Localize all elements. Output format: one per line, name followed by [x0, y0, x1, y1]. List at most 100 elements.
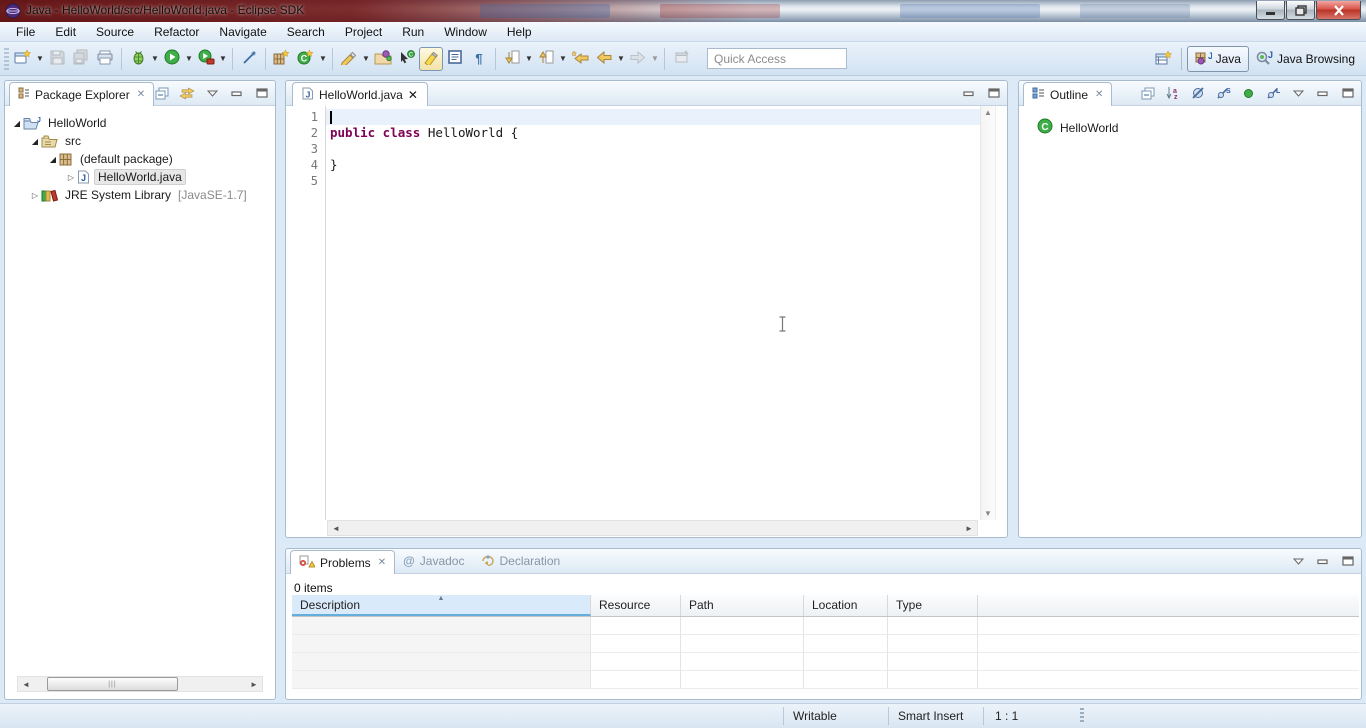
hide-non-public-members-button[interactable] [1239, 84, 1257, 102]
print-button[interactable] [93, 47, 117, 71]
package-explorer-hscrollbar[interactable]: ◄ ||| ► [17, 676, 263, 692]
code-line-4[interactable]: } [326, 157, 980, 173]
close-view-icon[interactable]: ✕ [378, 557, 386, 568]
view-menu-icon[interactable] [1289, 84, 1307, 102]
close-view-icon[interactable]: ✕ [1095, 89, 1103, 100]
debug-button[interactable] [126, 47, 150, 71]
scroll-track[interactable]: ||| [34, 677, 246, 691]
column-description[interactable]: ▲Description [292, 595, 591, 616]
toggle-breadcrumb-button[interactable]: C [395, 47, 419, 71]
window-title-bar[interactable]: Java - HelloWorld/src/HelloWorld.java - … [0, 0, 1366, 22]
expand-arrow-icon[interactable]: ◢ [29, 137, 41, 146]
menu-run[interactable]: Run [392, 23, 434, 41]
collapse-arrow-icon[interactable]: ▷ [29, 191, 41, 200]
minimize-view-icon[interactable] [1314, 552, 1332, 570]
toolbar-grip[interactable] [4, 48, 9, 70]
forward-dropdown[interactable]: ▼ [650, 47, 660, 71]
column-type[interactable]: Type [888, 595, 978, 616]
problems-tab[interactable]: Problems ✕ [290, 550, 395, 574]
menu-project[interactable]: Project [335, 23, 392, 41]
outline-tab[interactable]: Outline ✕ [1023, 82, 1112, 106]
status-grip[interactable] [1080, 708, 1084, 724]
java-browsing-perspective-button[interactable]: J Java Browsing [1249, 47, 1362, 71]
table-row[interactable] [292, 635, 1359, 653]
view-menu-icon[interactable] [203, 84, 221, 102]
scroll-left-icon[interactable]: ◄ [18, 677, 34, 691]
code-line-5[interactable] [326, 173, 980, 189]
editor-hscrollbar[interactable]: ◄ ► [327, 520, 978, 536]
minimize-view-icon[interactable] [1314, 84, 1332, 102]
save-button[interactable] [45, 47, 69, 71]
code-line-3[interactable] [326, 141, 980, 157]
new-java-class-button[interactable]: C [294, 47, 318, 71]
open-perspective-button[interactable] [1152, 47, 1176, 71]
save-all-button[interactable] [69, 47, 93, 71]
next-annotation-button[interactable] [500, 47, 524, 71]
expand-arrow-icon[interactable]: ◢ [11, 119, 23, 128]
table-row[interactable] [292, 671, 1359, 689]
editor-vscrollbar[interactable]: ▲ ▼ [980, 106, 995, 520]
close-editor-icon[interactable]: ✕ [408, 88, 418, 102]
last-edit-location-button[interactable] [568, 47, 592, 71]
editor-tab-helloworld[interactable]: J HelloWorld.java ✕ [292, 82, 428, 106]
collapse-all-button[interactable] [153, 84, 171, 102]
scroll-left-icon[interactable]: ◄ [328, 521, 344, 535]
menu-refactor[interactable]: Refactor [144, 23, 209, 41]
previous-annotation-dropdown[interactable]: ▼ [558, 47, 568, 71]
forward-button[interactable] [626, 47, 650, 71]
scroll-track[interactable] [344, 521, 961, 535]
overview-ruler[interactable] [995, 106, 1007, 520]
menu-window[interactable]: Window [434, 23, 497, 41]
activate-task-button[interactable] [371, 47, 395, 71]
external-tools-button[interactable] [194, 47, 218, 71]
hide-fields-button[interactable] [1189, 84, 1207, 102]
code-line-1[interactable] [326, 109, 980, 125]
external-tools-dropdown[interactable]: ▼ [218, 47, 228, 71]
hide-local-types-button[interactable]: L [1264, 84, 1282, 102]
new-task-button[interactable] [337, 47, 361, 71]
show-selected-source-button[interactable] [443, 47, 467, 71]
mark-occurrences-button[interactable] [419, 47, 443, 71]
maximize-view-icon[interactable] [1339, 84, 1357, 102]
debug-dropdown[interactable]: ▼ [150, 47, 160, 71]
restore-window-button[interactable] [1286, 1, 1315, 20]
tree-item-project[interactable]: ◢ J HelloWorld [5, 114, 275, 132]
scroll-right-icon[interactable]: ► [246, 677, 262, 691]
maximize-view-icon[interactable] [985, 84, 1003, 102]
hide-static-members-button[interactable]: S [1214, 84, 1232, 102]
column-location[interactable]: Location [804, 595, 888, 616]
column-path[interactable]: Path [681, 595, 804, 616]
package-explorer-tab[interactable]: Package Explorer ✕ [9, 82, 154, 106]
maximize-view-icon[interactable] [1339, 552, 1357, 570]
new-task-dropdown[interactable]: ▼ [361, 47, 371, 71]
tree-item-helloworld-java[interactable]: ▷ J HelloWorld.java [5, 168, 275, 186]
scroll-right-icon[interactable]: ► [961, 521, 977, 535]
run-dropdown[interactable]: ▼ [184, 47, 194, 71]
new-java-project-button[interactable] [270, 47, 294, 71]
minimize-window-button[interactable] [1256, 1, 1285, 20]
new-wizard-dropdown[interactable]: ▼ [35, 47, 45, 71]
close-window-button[interactable] [1316, 1, 1361, 20]
scroll-down-icon[interactable]: ▼ [984, 509, 992, 518]
close-view-icon[interactable]: ✕ [137, 89, 145, 100]
sort-button[interactable]: az [1164, 84, 1182, 102]
tree-item-jre-library[interactable]: ▷ JRE System Library [JavaSE-1.7] [5, 186, 275, 204]
link-with-editor-button[interactable] [178, 84, 196, 102]
tree-item-src[interactable]: ◢ src [5, 132, 275, 150]
maximize-view-icon[interactable] [253, 84, 271, 102]
column-resource[interactable]: Resource [591, 595, 681, 616]
menu-help[interactable]: Help [497, 23, 542, 41]
code-editor[interactable]: public class HelloWorld { } [326, 106, 980, 520]
view-menu-icon[interactable] [1289, 552, 1307, 570]
quick-access-input[interactable] [707, 48, 847, 69]
table-row[interactable] [292, 617, 1359, 635]
menu-file[interactable]: File [6, 23, 45, 41]
code-line-2[interactable]: public class HelloWorld { [326, 125, 980, 141]
declaration-tab[interactable]: Declaration [472, 549, 568, 573]
next-annotation-dropdown[interactable]: ▼ [524, 47, 534, 71]
back-dropdown[interactable]: ▼ [616, 47, 626, 71]
table-row[interactable] [292, 653, 1359, 671]
menu-edit[interactable]: Edit [45, 23, 86, 41]
run-button[interactable] [160, 47, 184, 71]
expand-arrow-icon[interactable]: ◢ [47, 155, 59, 164]
